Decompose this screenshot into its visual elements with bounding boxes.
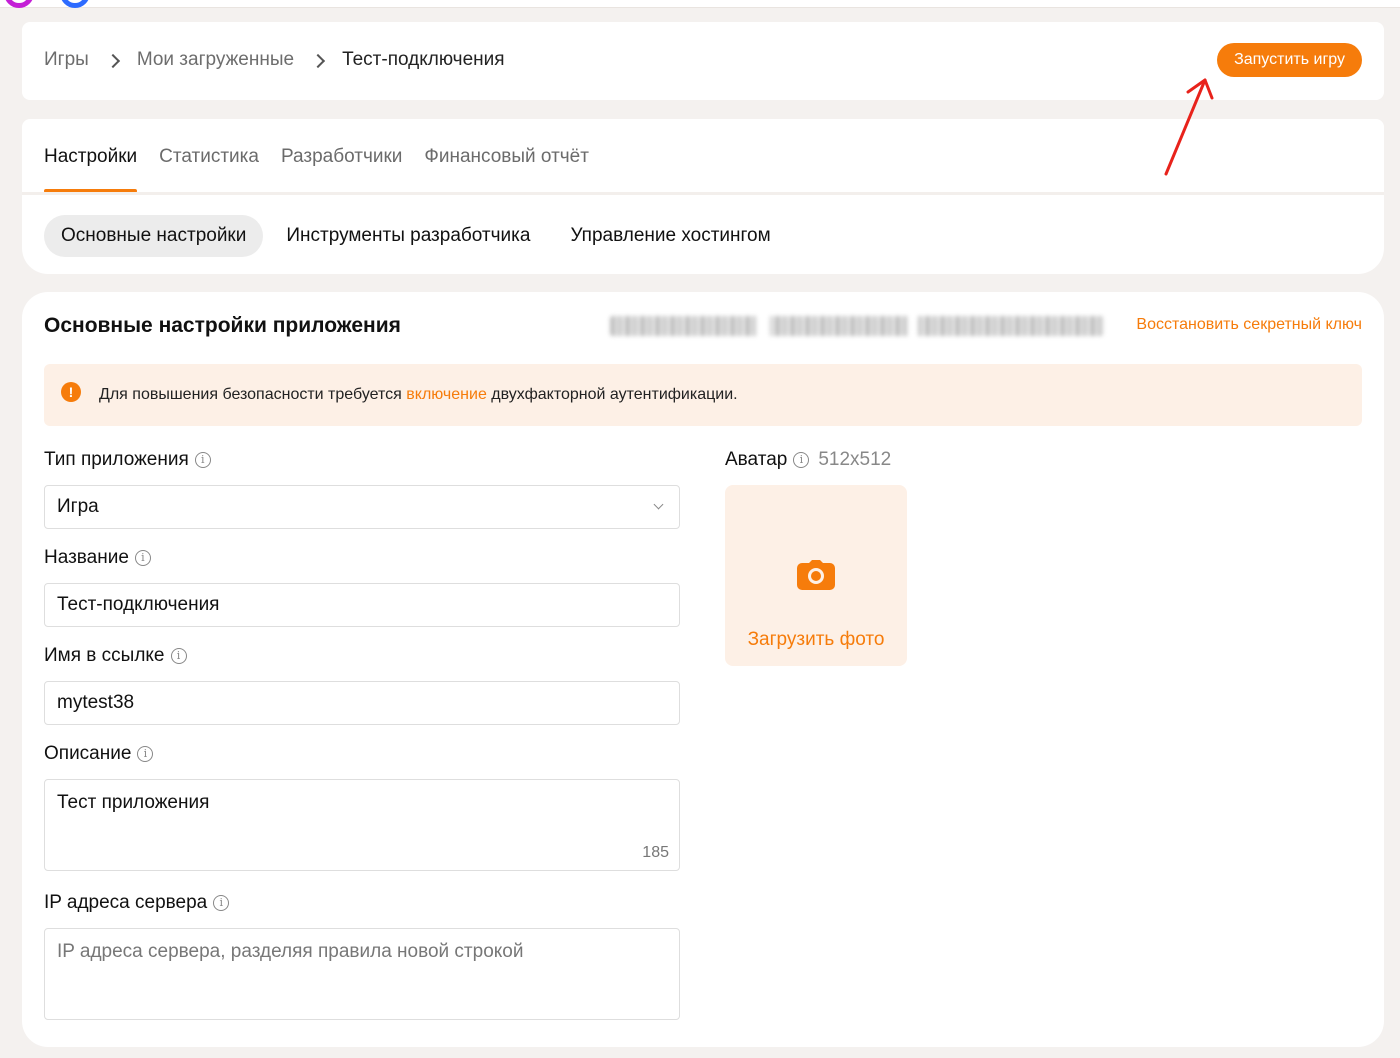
avatar-size: 512x512 [818,449,892,470]
ip-label: IP адреса сервера i [44,892,230,914]
breadcrumb: Игры Мои загруженные Тест-подключения [44,48,505,72]
info-icon[interactable]: i [170,648,187,664]
description-label-text: Описание [44,743,132,764]
settings-card: Основные настройки приложения Восстанови… [22,292,1384,1047]
name-input[interactable]: Тест-подключения [44,583,680,627]
app-type-select[interactable]: Игра [44,485,680,529]
breadcrumb-games[interactable]: Игры [44,48,89,72]
section-title: Основные настройки приложения [44,314,401,337]
alert-text-after: двухфакторной аутентификации. [486,386,738,403]
ip-textarea[interactable]: IP адреса сервера, разделяя правила ново… [44,928,680,1020]
slug-input[interactable]: mytest38 [44,681,680,725]
app-type-value: Игра [57,496,99,517]
info-icon[interactable]: i [793,452,810,468]
description-char-counter: 185 [642,844,669,861]
chevron-right-icon [103,48,125,72]
description-textarea[interactable]: Тест приложения 185 [44,779,680,871]
slug-label: Имя в ссылке i [44,645,187,667]
launch-game-button[interactable]: Запустить игру [1217,43,1362,77]
alert-text: Для повышения безопасности требуется вкл… [99,386,738,404]
logo-fragment [0,0,90,8]
avatar-label: Аватар i 512x512 [725,449,891,471]
avatar-label-text: Аватар [725,449,788,470]
chevron-right-icon [308,48,330,72]
tab-developers[interactable]: Разработчики [281,146,402,193]
name-value: Тест-подключения [57,594,220,615]
app-type-label-text: Тип приложения [44,449,189,470]
breadcrumb-bar: Игры Мои загруженные Тест-подключения За… [22,22,1384,100]
description-value: Тест приложения [57,792,210,813]
restore-secret-key-link[interactable]: Восстановить секретный ключ [1136,316,1362,334]
subtab-hosting-management[interactable]: Управление хостингом [553,215,787,257]
info-icon[interactable]: i [137,746,154,762]
slug-value: mytest38 [57,692,135,713]
sub-tabs: Основные настройки Инструменты разработч… [44,215,794,257]
upload-photo-label: Загрузить фото [747,629,885,650]
alert-text-before: Для повышения безопасности требуется [99,386,407,403]
info-icon[interactable]: i [213,895,230,911]
slug-label-text: Имя в ссылке [44,645,165,666]
tab-settings[interactable]: Настройки [44,146,138,193]
tab-statistics[interactable]: Статистика [159,146,259,193]
breadcrumb-current: Тест-подключения [342,49,505,70]
name-label: Название i [44,547,151,569]
camera-icon [797,560,835,590]
enable-2fa-link[interactable]: включение [406,386,487,403]
blurred-secret-key [610,316,1104,336]
top-strip [0,0,1400,8]
avatar-upload[interactable]: Загрузить фото [725,485,907,666]
name-label-text: Название [44,547,129,568]
main-tabs: Настройки Статистика Разработчики Финанс… [44,146,589,193]
description-label: Описание i [44,743,154,765]
info-icon[interactable]: i [194,452,211,468]
info-icon[interactable]: i [134,550,151,566]
tabs-divider [22,192,1384,195]
security-alert: ! Для повышения безопасности требуется в… [44,364,1362,426]
chevron-down-icon [653,499,664,510]
app-type-label: Тип приложения i [44,449,211,471]
ip-placeholder: IP адреса сервера, разделяя правила ново… [57,941,524,962]
warning-icon: ! [61,382,81,402]
subtab-basic-settings[interactable]: Основные настройки [44,215,264,257]
breadcrumb-my-uploads[interactable]: Мои загруженные [137,48,294,72]
subtab-developer-tools[interactable]: Инструменты разработчика [269,215,547,257]
tabs-panel: Настройки Статистика Разработчики Финанс… [22,119,1384,274]
tab-financial-report[interactable]: Финансовый отчёт [424,146,589,193]
ip-label-text: IP адреса сервера [44,892,208,913]
